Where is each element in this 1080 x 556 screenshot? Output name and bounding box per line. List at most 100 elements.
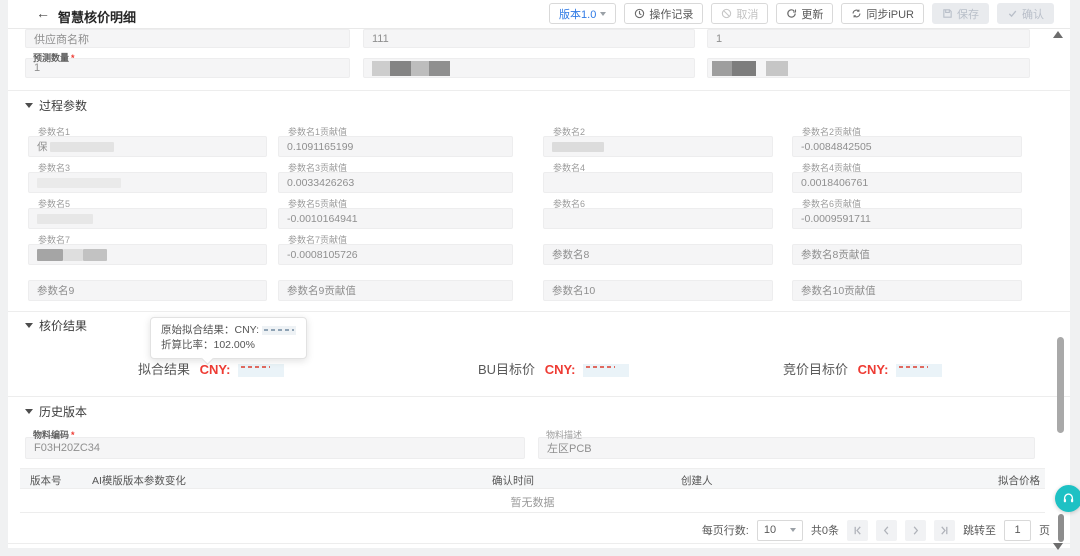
last-page-button[interactable] bbox=[934, 520, 955, 541]
supplier-name-field[interactable]: 供应商名称 bbox=[25, 29, 350, 48]
customer-service-float-button[interactable] bbox=[1055, 485, 1080, 512]
param10-contrib-field[interactable]: 参数名10贡献值 bbox=[792, 280, 1022, 301]
param-placeholder: 参数名9 bbox=[37, 283, 74, 298]
param-value: 0.0033426263 bbox=[287, 177, 354, 189]
version-dropdown[interactable]: 版本1.0 bbox=[549, 3, 616, 24]
param4-field[interactable] bbox=[543, 172, 773, 193]
back-arrow-icon[interactable]: ← bbox=[36, 5, 50, 21]
section-history-version[interactable]: 历史版本 bbox=[25, 403, 87, 420]
rows-per-page-select[interactable]: 10 bbox=[757, 520, 803, 541]
collapse-caret-icon bbox=[25, 323, 33, 328]
first-page-button[interactable] bbox=[847, 520, 868, 541]
currency-label: CNY: bbox=[545, 362, 576, 377]
param1-field[interactable]: 保 bbox=[28, 136, 267, 157]
material-code-field[interactable]: F03H20ZC34 bbox=[25, 437, 525, 459]
update-button[interactable]: 更新 bbox=[776, 3, 833, 24]
next-page-button[interactable] bbox=[905, 520, 926, 541]
jump-page-value: 1 bbox=[1014, 524, 1020, 536]
param7-field[interactable] bbox=[28, 244, 267, 265]
headset-icon bbox=[1061, 491, 1076, 506]
param6-field[interactable] bbox=[543, 208, 773, 229]
cancel-label: 取消 bbox=[736, 6, 758, 22]
page-right-edge bbox=[1070, 0, 1080, 556]
check-icon bbox=[1007, 8, 1018, 19]
param-placeholder: 参数名10贡献值 bbox=[801, 283, 876, 298]
param10-field[interactable]: 参数名10 bbox=[543, 280, 773, 301]
clock-icon bbox=[634, 8, 645, 19]
param-value: -0.0008105726 bbox=[287, 249, 358, 261]
scrollbar-down-arrow[interactable] bbox=[1053, 543, 1063, 550]
supplier-code-value: 111 bbox=[372, 33, 389, 45]
scrollbar-up-arrow[interactable] bbox=[1053, 31, 1063, 38]
save-button[interactable]: 保存 bbox=[932, 3, 989, 24]
first-page-icon bbox=[852, 525, 863, 536]
param2-contrib-field[interactable]: -0.0084842505 bbox=[792, 136, 1022, 157]
redaction-block bbox=[552, 142, 604, 152]
sync-ipur-button[interactable]: 同步iPUR bbox=[841, 3, 924, 24]
section-pricing-result[interactable]: 核价结果 bbox=[25, 317, 87, 334]
basic-redacted-field-1[interactable] bbox=[363, 58, 695, 78]
param2-field[interactable] bbox=[543, 136, 773, 157]
col-creator: 创建人 bbox=[681, 473, 713, 488]
redaction-block bbox=[37, 214, 93, 224]
material-desc-field[interactable]: 左区PCB bbox=[538, 437, 1035, 459]
fit-result-label: 拟合结果 bbox=[138, 362, 190, 377]
total-count: 共0条 bbox=[811, 522, 839, 538]
param-label: 参数名5贡献值 bbox=[288, 197, 347, 210]
param-value: 0.1091165199 bbox=[287, 141, 353, 153]
param9-contrib-field[interactable]: 参数名9贡献值 bbox=[278, 280, 513, 301]
scrollbar-thumb-secondary[interactable] bbox=[1058, 514, 1064, 542]
operation-log-button[interactable]: 操作记录 bbox=[624, 3, 703, 24]
collapse-caret-icon bbox=[25, 103, 33, 108]
redaction-block bbox=[766, 61, 788, 76]
redaction-block bbox=[390, 61, 411, 76]
section-process-params[interactable]: 过程参数 bbox=[25, 97, 87, 114]
content-card bbox=[8, 0, 1070, 548]
param1-contrib-field[interactable]: 0.1091165199 bbox=[278, 136, 513, 157]
chevron-down-icon bbox=[600, 12, 606, 16]
param9-field[interactable]: 参数名9 bbox=[28, 280, 267, 301]
update-label: 更新 bbox=[801, 6, 823, 22]
redaction-block bbox=[429, 61, 450, 76]
material-code-value: F03H20ZC34 bbox=[34, 442, 100, 454]
param8-contrib-field[interactable]: 参数名8贡献值 bbox=[792, 244, 1022, 265]
cancel-icon bbox=[721, 8, 732, 19]
param-label: 参数名1贡献值 bbox=[288, 125, 347, 138]
cancel-button[interactable]: 取消 bbox=[711, 3, 768, 24]
scrollbar-thumb[interactable] bbox=[1057, 337, 1064, 433]
save-icon bbox=[942, 8, 953, 19]
tooltip-line-1: 原始拟合结果：CNY: bbox=[161, 323, 296, 338]
param4-contrib-field[interactable]: 0.0018406761 bbox=[792, 172, 1022, 193]
param3-field[interactable] bbox=[28, 172, 267, 193]
param-label: 参数名3贡献值 bbox=[288, 161, 347, 174]
basic-field-3[interactable]: 1 bbox=[707, 29, 1030, 48]
prev-page-button[interactable] bbox=[876, 520, 897, 541]
param5-field[interactable] bbox=[28, 208, 267, 229]
supplier-code-field[interactable]: 111 bbox=[363, 29, 695, 48]
section-title: 过程参数 bbox=[39, 97, 87, 114]
table-empty-text: 暂无数据 bbox=[20, 494, 1045, 510]
currency-label: CNY: bbox=[200, 362, 231, 377]
param6-contrib-field[interactable]: -0.0009591711 bbox=[792, 208, 1022, 229]
col-fit-price: 拟合价格 bbox=[998, 473, 1040, 488]
param-label: 参数名1 bbox=[38, 125, 70, 138]
confirm-button[interactable]: 确认 bbox=[997, 3, 1054, 24]
param8-field[interactable]: 参数名8 bbox=[543, 244, 773, 265]
param3-contrib-field[interactable]: 0.0033426263 bbox=[278, 172, 513, 193]
page-unit: 页 bbox=[1039, 522, 1050, 538]
refresh-icon bbox=[786, 8, 797, 19]
redaction-block bbox=[262, 326, 296, 335]
param7-contrib-field[interactable]: -0.0008105726 bbox=[278, 244, 513, 265]
jump-page-input[interactable]: 1 bbox=[1004, 520, 1031, 541]
save-label: 保存 bbox=[957, 6, 979, 22]
chevron-down-icon bbox=[790, 528, 796, 532]
required-marker: * bbox=[71, 53, 75, 63]
pagination: 每页行数: 10 共0条 跳转至 1 页 bbox=[702, 519, 1050, 541]
basic-redacted-field-2[interactable] bbox=[707, 58, 1030, 78]
material-desc-label: 物料描述 bbox=[546, 428, 582, 441]
param-value: 保 bbox=[37, 139, 48, 154]
param-label: 参数名5 bbox=[38, 197, 70, 210]
param-label: 参数名6贡献值 bbox=[802, 197, 861, 210]
param5-contrib-field[interactable]: -0.0010164941 bbox=[278, 208, 513, 229]
history-table-header: 版本号 AI模版版本参数变化 确认时间 创建人 拟合价格 bbox=[20, 468, 1045, 489]
